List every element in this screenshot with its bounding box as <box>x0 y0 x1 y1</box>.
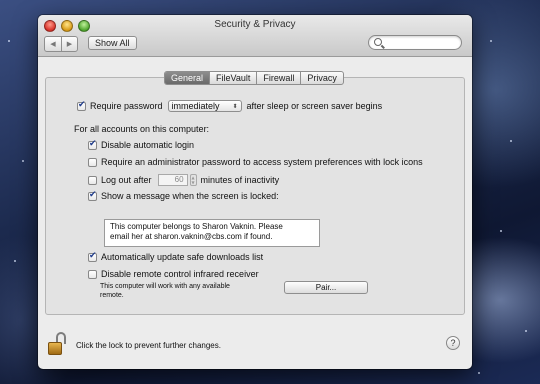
disable-ir-checkbox[interactable] <box>88 269 97 279</box>
star <box>22 160 24 162</box>
require-admin-password-label: Require an administrator password to acc… <box>101 157 423 167</box>
lock-message-textarea[interactable]: This computer belongs to Sharon Vaknin. … <box>104 219 320 247</box>
forward-button[interactable]: ▶ <box>61 37 77 51</box>
search-icon <box>374 38 382 46</box>
tab-firewall[interactable]: Firewall <box>256 72 300 84</box>
disable-auto-login-checkbox[interactable] <box>88 139 97 150</box>
ir-note: This computer will work with any availab… <box>100 283 230 299</box>
pair-button[interactable]: Pair... <box>284 281 368 294</box>
tab-privacy[interactable]: Privacy <box>300 72 343 84</box>
star <box>490 40 492 42</box>
show-all-button[interactable]: Show All <box>88 36 137 50</box>
log-out-minutes-stepper[interactable]: ▲ ▼ <box>189 174 197 186</box>
chevron-right-icon: ▶ <box>66 41 73 48</box>
tab-bar: General FileVault Firewall Privacy <box>164 71 344 85</box>
require-admin-password-checkbox[interactable] <box>88 157 97 167</box>
require-password-row: Require password immediately ⬍ after sle… <box>77 100 382 112</box>
auto-update-checkbox[interactable] <box>88 251 97 262</box>
require-admin-password-row: Require an administrator password to acc… <box>88 157 423 167</box>
tab-filevault[interactable]: FileVault <box>209 72 256 84</box>
require-password-label: Require password <box>90 101 163 111</box>
log-out-after-row: Log out after 60 ▲ ▼ minutes of inactivit… <box>88 174 279 186</box>
lock-body <box>48 342 62 355</box>
window-title: Security & Privacy <box>214 19 296 30</box>
back-button[interactable]: ◀ <box>45 37 61 51</box>
auto-update-row: Automatically update safe downloads list <box>88 251 264 262</box>
log-out-minutes-field[interactable]: 60 <box>157 174 188 186</box>
log-out-after-label: Log out after <box>101 175 152 185</box>
nav-buttons: ◀ ▶ <box>44 36 78 52</box>
disable-ir-row: Disable remote control infrared receiver <box>88 269 259 279</box>
show-message-label: Show a message when the screen is locked… <box>101 191 279 201</box>
show-message-row: Show a message when the screen is locked… <box>88 190 279 201</box>
show-message-checkbox[interactable] <box>88 190 97 201</box>
disable-auto-login-row: Disable automatic login <box>88 139 195 150</box>
security-privacy-window: Security & Privacy ◀ ▶ Show All General … <box>38 15 472 369</box>
star <box>510 140 512 142</box>
auto-update-label: Automatically update safe downloads list <box>101 252 264 262</box>
star <box>8 40 10 42</box>
log-out-after-checkbox[interactable] <box>88 175 97 185</box>
title-bar: Security & Privacy ◀ ▶ Show All <box>38 15 472 57</box>
require-password-select-value: immediately <box>171 101 220 111</box>
star <box>525 330 527 332</box>
general-pane: Require password immediately ⬍ after sle… <box>45 77 465 315</box>
stepper-down-icon: ▼ <box>191 180 195 185</box>
star <box>500 230 502 232</box>
chevron-left-icon: ◀ <box>50 41 56 48</box>
require-password-checkbox[interactable] <box>77 100 86 111</box>
disable-ir-label: Disable remote control infrared receiver <box>101 269 259 279</box>
search-field[interactable] <box>368 35 462 50</box>
log-out-after-suffix: minutes of inactivity <box>200 175 280 185</box>
star <box>478 372 480 374</box>
all-accounts-header: For all accounts on this computer: <box>74 124 209 134</box>
disable-auto-login-label: Disable automatic login <box>101 140 195 150</box>
tab-general[interactable]: General <box>165 72 210 84</box>
lock-open-icon[interactable] <box>48 331 68 357</box>
require-password-suffix: after sleep or screen saver begins <box>246 101 383 111</box>
all-accounts-header-text: For all accounts on this computer: <box>74 124 210 134</box>
select-arrows-icon: ⬍ <box>232 102 238 110</box>
require-password-select[interactable]: immediately ⬍ <box>167 100 242 112</box>
star <box>14 260 16 262</box>
lock-status-text: Click the lock to prevent further change… <box>76 341 221 350</box>
help-button[interactable]: ? <box>446 336 460 350</box>
